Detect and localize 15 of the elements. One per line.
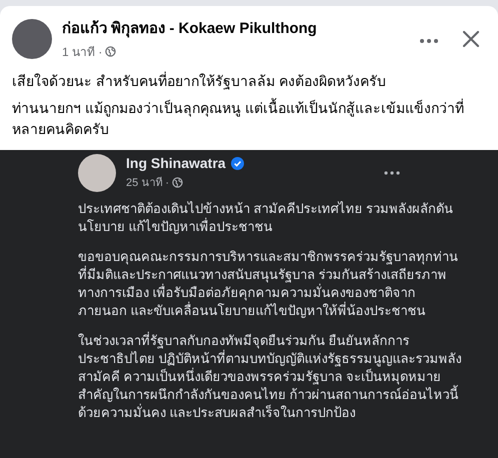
author-name[interactable]: ก่อแก้ว พิกุลทอง - Kokaew Pikulthong [62,16,406,40]
globe-icon [172,176,184,188]
more-options-icon [384,171,400,175]
author-name: Ing Shinawatra [126,155,226,171]
close-icon[interactable] [461,28,481,48]
post-text: เสียใจด้วยนะ สำหรับคนที่อยากให้รัฐบาลล้ม คงต้องผิดหวังครับ [12,71,387,92]
post-text: ขอขอบคุณคณะกรรมการบริหารและสมาชิกพรรคร่วมรัฐบาลทุกท่าน ที่มีมติและประกาศแนวทางสนับสนุนรัฐบาล ร่วมกันสร้างเสถียรภาพทางการเมือง เพื่อรับมือต่อภัยคุกคามความมั่นคงของชาติจากภายนอก และขับเคลื่อนนโยบายแก้ไขปัญหาให้พี่น้องประชาชน [78,248,459,320]
post-text: ท่านนายกฯ แม้ถูกมองว่าเป็นลุกคุณหนู แต่เนื้อแท้เป็นนักสู้และเข้มแข็งกว่าที่หลายคนคิดครับ [12,98,465,139]
post-text: ในช่วงเวลาที่รัฐบาลกับกองทัพมีจุดยืนร่วมกัน ยืนยันหลักการประชาธิปไตย ปฏิบัติหน้าที่ตามบทบัญญัติแห่งรัฐธรรมนูญและรวมพลังสามัคคี ความเป็นหนึ่งเดียวของพรรคร่วมรัฐบาล จะเป็นหมุดหมายสำคัญในการผนึกกำลังกันของคนไทย ก้าวผ่านสถานการณ์อ่อนไหวนี้ด้วยความมั่นคง และประสบผลสำเร็จในการปกป้อง [78,332,463,422]
avatar[interactable] [12,18,52,58]
avatar [78,154,116,192]
post-time: 25 นาที · [126,176,170,191]
post-time[interactable]: 1 นาที · [62,42,102,61]
post-text: ประเทศชาติต้องเดินไปข้างหน้า สามัคคีประเทศไทย รวมพลังผลักดันนโยบาย แก้ไขปัญหาเพื่อประชาชน [78,200,454,236]
globe-icon [105,46,116,57]
